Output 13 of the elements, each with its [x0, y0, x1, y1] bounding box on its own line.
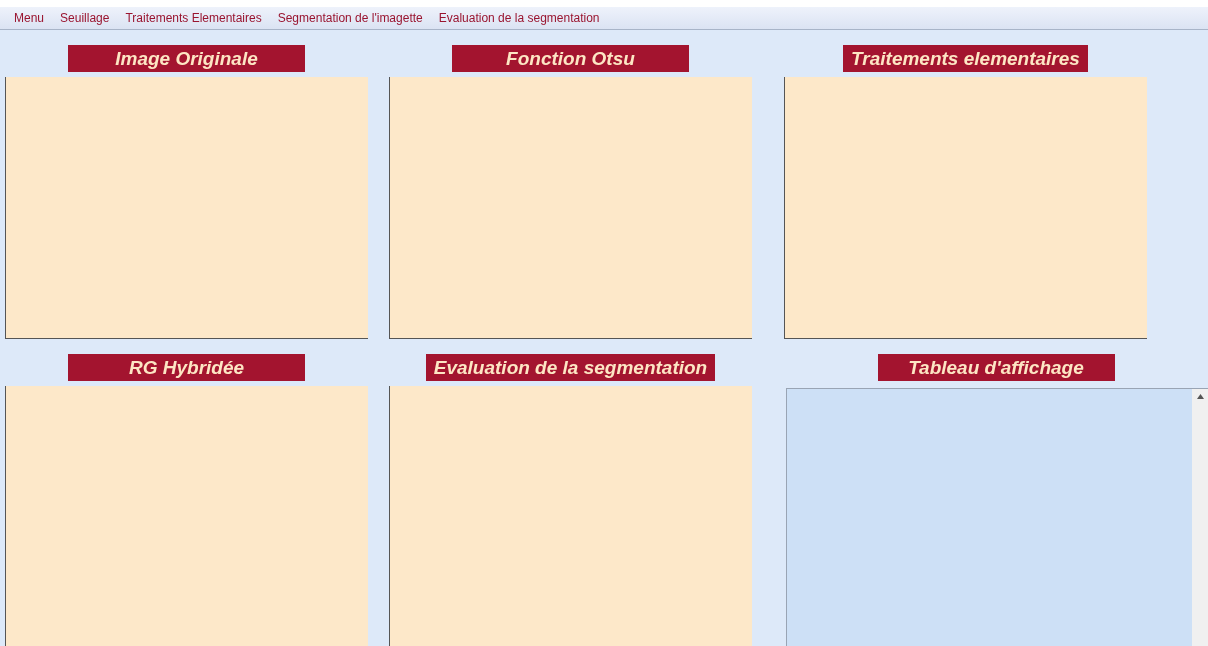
menu-item[interactable]: Seuillage	[52, 11, 118, 25]
menu-item[interactable]: Evaluation de la segmentation	[430, 11, 608, 25]
panel-title: Evaluation de la segmentation	[425, 354, 716, 381]
panel-title: RG Hybridée	[68, 354, 305, 381]
panel-title: Tableau d'affichage	[877, 354, 1115, 381]
panel-title: Traitements elementaires	[843, 45, 1088, 72]
menu-item[interactable]: Menu	[6, 11, 53, 25]
menu-item[interactable]: Traitements Elementaires	[117, 11, 270, 25]
scroll-up-icon[interactable]	[1196, 394, 1204, 399]
scrollbar[interactable]	[1192, 389, 1208, 646]
panel-title: Fonction Otsu	[452, 45, 689, 72]
panel-title: Image Originale	[68, 45, 305, 72]
menu-item[interactable]: Segmentation de l'imagette	[269, 11, 431, 25]
